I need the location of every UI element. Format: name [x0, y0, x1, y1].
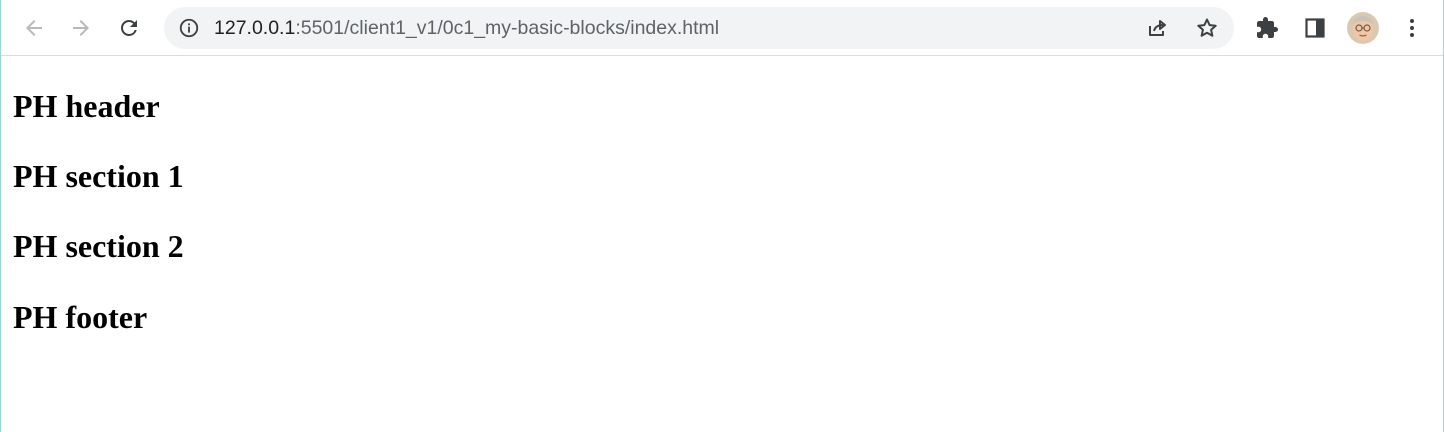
address-bar[interactable]: 127.0.0.1:5501/client1_v1/0c1_my-basic-b… [164, 7, 1234, 49]
url-text[interactable]: 127.0.0.1:5501/client1_v1/0c1_my-basic-b… [214, 7, 719, 49]
reload-button[interactable] [111, 10, 147, 46]
heading-footer: PH footer [13, 299, 148, 335]
share-icon [1149, 20, 1166, 36]
extensions-button[interactable] [1253, 14, 1281, 42]
browser-toolbar: 127.0.0.1:5501/client1_v1/0c1_my-basic-b… [1, 0, 1443, 56]
heading-section-2: PH section 2 [13, 228, 184, 264]
browser-window: 127.0.0.1:5501/client1_v1/0c1_my-basic-b… [0, 0, 1444, 432]
kebab-menu-icon [1410, 19, 1414, 37]
forward-button[interactable] [63, 10, 99, 46]
heading-section-1: PH section 1 [13, 158, 184, 194]
star-icon [1197, 18, 1217, 37]
browser-menu-button[interactable] [1398, 14, 1426, 42]
page-content: PH header PH section 1 PH section 2 PH f… [13, 57, 1433, 427]
arrow-left-icon [26, 20, 42, 36]
side-panel-button[interactable] [1301, 14, 1329, 42]
url-path: :5501/client1_v1/0c1_my-basic-blocks/ind… [295, 17, 720, 39]
site-info-button[interactable] [178, 17, 200, 39]
reload-icon [121, 20, 137, 36]
bookmark-button[interactable] [1195, 16, 1219, 40]
url-host: 127.0.0.1 [214, 17, 296, 39]
back-button[interactable] [16, 10, 52, 46]
share-button[interactable] [1146, 16, 1170, 40]
arrow-right-icon [73, 20, 89, 36]
side-panel-icon [1305, 18, 1325, 38]
puzzle-icon [1257, 17, 1278, 38]
profile-avatar-image [1347, 12, 1379, 44]
info-icon [179, 18, 199, 38]
heading-header: PH header [13, 88, 160, 124]
avatar[interactable] [1347, 12, 1379, 44]
